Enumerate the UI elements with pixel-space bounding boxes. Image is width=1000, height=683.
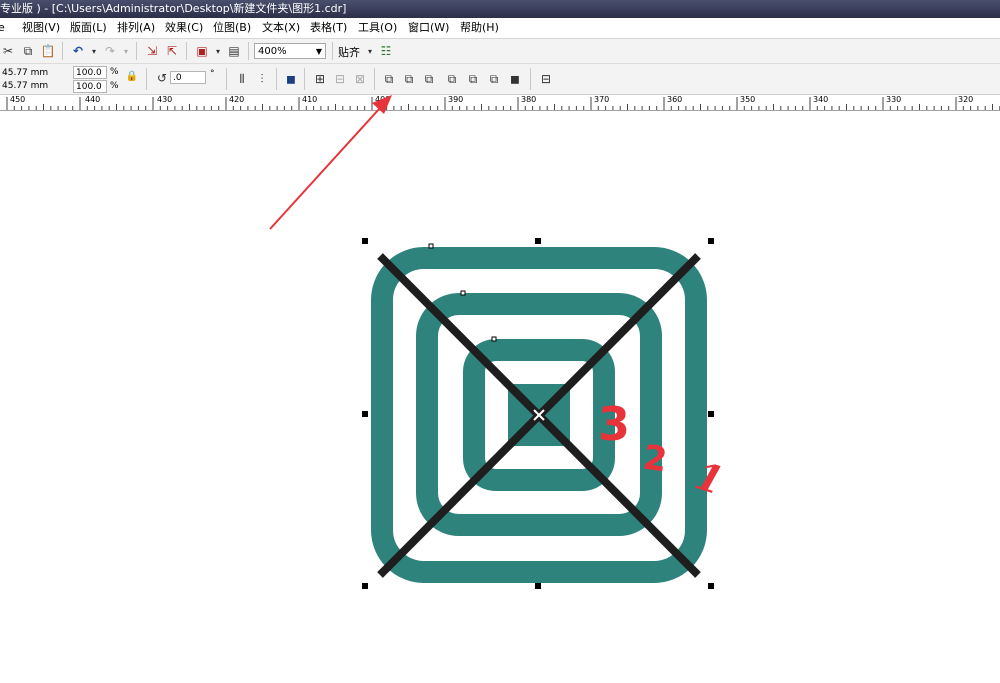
separator [304, 68, 305, 90]
undo-dropdown-icon[interactable]: ▾ [86, 43, 102, 59]
rotation-angle-field[interactable]: .0 [170, 71, 206, 84]
separator [186, 42, 187, 60]
separator [374, 68, 375, 90]
menu-bitmaps[interactable]: 位图(B) [213, 18, 251, 38]
snap-dropdown-icon[interactable]: ▾ [362, 43, 378, 59]
menu-view[interactable]: 视图(V) [22, 18, 60, 38]
ruler-label: 420 [229, 95, 245, 104]
object-height-value: 45.77 mm [2, 81, 49, 91]
separator [276, 68, 277, 90]
scale-x-field[interactable]: 100.0 [73, 66, 107, 79]
rotation-angle-value: .0 [173, 73, 182, 83]
front-minus-back-icon[interactable]: ⧉ [486, 71, 502, 87]
redo-dropdown-icon[interactable]: ▾ [118, 43, 134, 59]
welcome-screen-icon[interactable]: ▤ [226, 43, 242, 59]
ruler-label: 350 [740, 95, 756, 104]
ruler-label: 390 [448, 95, 464, 104]
undo-icon[interactable]: ↶ [70, 43, 86, 59]
menu-text[interactable]: 文本(X) [262, 18, 300, 38]
separator [136, 42, 137, 60]
ruler-label: 330 [886, 95, 902, 104]
menu-window[interactable]: 窗口(W) [408, 18, 449, 38]
property-bar: 45.77 mm 45.77 mm 100.0 100.0 % % 🔒 ↺ .0… [0, 64, 1000, 95]
ruler-ticks [6, 97, 1000, 110]
menu-effects[interactable]: 效果(C) [165, 18, 203, 38]
menu-bar: e 视图(V) 版面(L) 排列(A) 效果(C) 位图(B) 文本(X) 表格… [0, 18, 1000, 39]
separator [226, 68, 227, 90]
ruler-label: 430 [157, 95, 173, 104]
create-boundary-icon[interactable]: ⊟ [538, 71, 554, 87]
launcher-dropdown-icon[interactable]: ▾ [210, 43, 226, 59]
weld-icon[interactable]: ⧉ [401, 71, 417, 87]
options-icon[interactable]: ☷ [378, 43, 394, 59]
percent-label: % [110, 67, 119, 77]
window-title: 专业版 ) - [C:\Users\Administrator\Desktop\… [0, 2, 347, 15]
separator [62, 42, 63, 60]
object-width-value: 45.77 mm [2, 68, 49, 78]
rotation-icon: ↺ [156, 71, 168, 85]
menu-file-fragment[interactable]: e [0, 18, 5, 38]
drawing-canvas[interactable] [0, 111, 1000, 683]
ruler-label: 410 [302, 95, 318, 104]
intersect-icon[interactable]: ⧉ [444, 71, 460, 87]
simplify-icon[interactable]: ⧉ [465, 71, 481, 87]
ruler-label: 440 [85, 95, 101, 104]
scale-y-value: 100.0 [76, 82, 102, 92]
ungroup-icon[interactable]: ⊟ [332, 71, 348, 87]
lock-ratio-icon[interactable]: 🔒 [124, 68, 140, 84]
menu-arrange[interactable]: 排列(A) [117, 18, 155, 38]
group-icon[interactable]: ⊞ [312, 71, 328, 87]
export-icon[interactable]: ⇱ [164, 43, 180, 59]
menu-tools[interactable]: 工具(O) [358, 18, 397, 38]
ruler-label: 450 [10, 95, 26, 104]
back-minus-front-icon[interactable]: ◼ [507, 71, 523, 87]
trim-icon[interactable]: ⧉ [421, 71, 437, 87]
separator [248, 42, 249, 60]
object-height-field[interactable]: 45.77 mm [0, 80, 60, 93]
menu-table[interactable]: 表格(T) [310, 18, 347, 38]
copy-icon[interactable]: ⧉ [20, 43, 36, 59]
scale-x-value: 100.0 [76, 68, 102, 78]
arrange-icon[interactable]: ◼ [283, 71, 299, 87]
snap-to-label[interactable]: 贴齐 [338, 44, 360, 60]
percent-label: % [110, 81, 119, 91]
combine-icon[interactable]: ⧉ [381, 71, 397, 87]
separator [146, 68, 147, 90]
chevron-down-icon: ▼ [315, 47, 322, 56]
zoom-level-value: 400% [258, 46, 287, 57]
scale-y-field[interactable]: 100.0 [73, 80, 107, 93]
import-icon[interactable]: ⇲ [144, 43, 160, 59]
mirror-horizontal-icon[interactable]: ⫴ [234, 71, 250, 87]
separator [530, 68, 531, 90]
menu-layout[interactable]: 版面(L) [70, 18, 107, 38]
application-launcher-icon[interactable]: ▣ [194, 43, 210, 59]
ruler-label: 340 [813, 95, 829, 104]
horizontal-ruler[interactable]: 450 440 430 420 410 400 390 380 370 360 … [0, 95, 1000, 111]
degree-label: ° [210, 69, 215, 79]
mirror-vertical-icon[interactable]: ⫶ [254, 71, 270, 87]
menu-help[interactable]: 帮助(H) [460, 18, 499, 38]
ruler-label: 360 [667, 95, 683, 104]
paste-icon[interactable]: 📋 [40, 43, 56, 59]
cut-icon[interactable]: ✂ [0, 43, 16, 59]
separator [332, 42, 333, 60]
ruler-label: 380 [521, 95, 537, 104]
ruler-label: 400 [375, 95, 391, 104]
redo-icon[interactable]: ↷ [102, 43, 118, 59]
zoom-level-combo[interactable]: 400% ▼ [254, 43, 326, 59]
ruler-label: 370 [594, 95, 610, 104]
ungroup-all-icon[interactable]: ⊠ [352, 71, 368, 87]
ruler-label: 320 [958, 95, 974, 104]
standard-toolbar: ✂ ⧉ 📋 ↶ ▾ ↷ ▾ ⇲ ⇱ ▣ ▾ ▤ 400% ▼ 贴齐 ▾ ☷ [0, 39, 1000, 64]
title-bar: 专业版 ) - [C:\Users\Administrator\Desktop\… [0, 0, 1000, 18]
object-width-field[interactable]: 45.77 mm [0, 67, 60, 80]
